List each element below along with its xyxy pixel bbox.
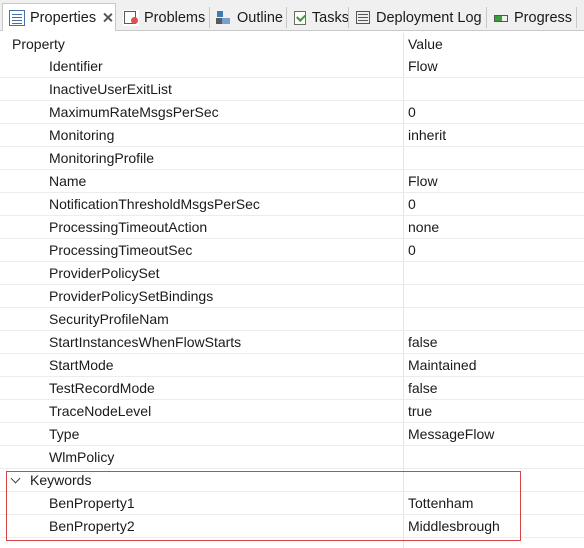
column-header-property[interactable]: Property: [12, 36, 65, 52]
table-row[interactable]: Type MessageFlow: [0, 423, 584, 446]
table-row[interactable]: MaximumRateMsgsPerSec 0: [0, 101, 584, 124]
property-name: ProviderPolicySetBindings: [49, 288, 214, 304]
property-name: BenProperty2: [49, 518, 135, 534]
table-row[interactable]: TestRecordMode false: [0, 377, 584, 400]
property-value[interactable]: Flow: [408, 173, 438, 189]
column-header-value[interactable]: Value: [408, 36, 443, 52]
outline-icon: [216, 10, 232, 26]
close-icon[interactable]: [102, 12, 113, 23]
table-row[interactable]: SecurityProfileNam: [0, 308, 584, 331]
group-body: BenProperty1 Tottenham BenProperty2 Middles…: [0, 492, 584, 538]
property-value[interactable]: MessageFlow: [408, 426, 494, 442]
property-name: StartInstancesWhenFlowStarts: [49, 334, 242, 350]
table-row[interactable]: Name Flow: [0, 170, 584, 193]
table-row[interactable]: Identifier Flow: [0, 55, 584, 78]
tab-outline-label: Outline: [237, 9, 283, 26]
property-name: WlmPolicy: [49, 449, 115, 465]
property-name: Identifier: [49, 58, 103, 74]
property-value[interactable]: false: [408, 334, 438, 350]
table-row[interactable]: WlmPolicy: [0, 446, 584, 469]
property-value[interactable]: inherit: [408, 127, 446, 143]
property-name: BenProperty1: [49, 495, 135, 511]
tab-tasks-label: Tasks: [311, 9, 349, 26]
property-value[interactable]: Flow: [408, 58, 438, 74]
properties-table: Property Value Identifier Flow InactiveUse…: [0, 33, 584, 538]
property-name: TestRecordMode: [49, 380, 155, 396]
property-name: Monitoring: [49, 127, 115, 143]
table-row[interactable]: BenProperty1 Tottenham: [0, 492, 584, 515]
property-name: StartMode: [49, 357, 114, 373]
table-row[interactable]: Monitoring inherit: [0, 124, 584, 147]
property-name: MaximumRateMsgsPerSec: [49, 104, 219, 120]
table-row[interactable]: ProviderPolicySetBindings: [0, 285, 584, 308]
table-row[interactable]: ProcessingTimeoutAction none: [0, 216, 584, 239]
property-name: Type: [49, 426, 80, 442]
property-name: Name: [49, 173, 87, 189]
property-name: InactiveUserExitList: [49, 81, 172, 97]
tab-progress[interactable]: Progress: [487, 4, 577, 31]
property-name: TraceNodeLevel: [49, 403, 152, 419]
tab-progress-label: Progress: [514, 9, 573, 26]
properties-icon: [9, 9, 25, 26]
property-value[interactable]: Tottenham: [408, 495, 473, 511]
tab-deployment-log[interactable]: Deployment Log: [349, 4, 487, 31]
table-row[interactable]: StartMode Maintained: [0, 354, 584, 377]
tab-problems-label: Problems: [144, 9, 206, 26]
tab-properties-label: Properties: [30, 9, 97, 26]
table-row[interactable]: StartInstancesWhenFlowStarts false: [0, 331, 584, 354]
property-name: ProcessingTimeoutAction: [49, 219, 208, 235]
property-value[interactable]: true: [408, 403, 432, 419]
table-row[interactable]: MonitoringProfile: [0, 147, 584, 170]
progress-icon: [493, 10, 509, 26]
group-label: Keywords: [30, 472, 92, 488]
property-value[interactable]: 0: [408, 104, 416, 120]
table-header: Property Value: [0, 33, 584, 55]
view-tab-bar: Properties Problems Outline Tasks Deploy…: [0, 0, 584, 31]
property-name: ProcessingTimeoutSec: [49, 242, 193, 258]
tab-deployment-log-label: Deployment Log: [376, 9, 482, 26]
property-value[interactable]: none: [408, 219, 439, 235]
table-row[interactable]: TraceNodeLevel true: [0, 400, 584, 423]
property-value[interactable]: Maintained: [408, 357, 477, 373]
group-row-keywords[interactable]: Keywords: [0, 469, 584, 492]
table-body: Identifier Flow InactiveUserExitList Maximu…: [0, 55, 584, 469]
property-value[interactable]: 0: [408, 242, 416, 258]
table-row[interactable]: ProviderPolicySet: [0, 262, 584, 285]
tab-tasks[interactable]: Tasks: [287, 4, 349, 31]
property-name: MonitoringProfile: [49, 150, 155, 166]
chevron-down-icon[interactable]: [10, 473, 21, 484]
tab-outline[interactable]: Outline: [210, 4, 287, 31]
property-value[interactable]: 0: [408, 196, 416, 212]
property-value[interactable]: false: [408, 380, 438, 396]
table-row[interactable]: BenProperty2 Middlesbrough: [0, 515, 584, 538]
deployment-log-icon: [355, 10, 371, 26]
property-name: SecurityProfileNam: [49, 311, 169, 327]
property-name: ProviderPolicySet: [49, 265, 160, 281]
table-row[interactable]: InactiveUserExitList: [0, 78, 584, 101]
property-name: NotificationThresholdMsgsPerSec: [49, 196, 260, 212]
table-row[interactable]: ProcessingTimeoutSec 0: [0, 239, 584, 262]
problems-icon: [123, 9, 139, 26]
tab-properties[interactable]: Properties: [2, 3, 116, 31]
tasks-icon: [293, 10, 307, 26]
property-value[interactable]: Middlesbrough: [408, 518, 500, 534]
table-row[interactable]: NotificationThresholdMsgsPerSec 0: [0, 193, 584, 216]
tab-problems[interactable]: Problems: [117, 4, 210, 31]
